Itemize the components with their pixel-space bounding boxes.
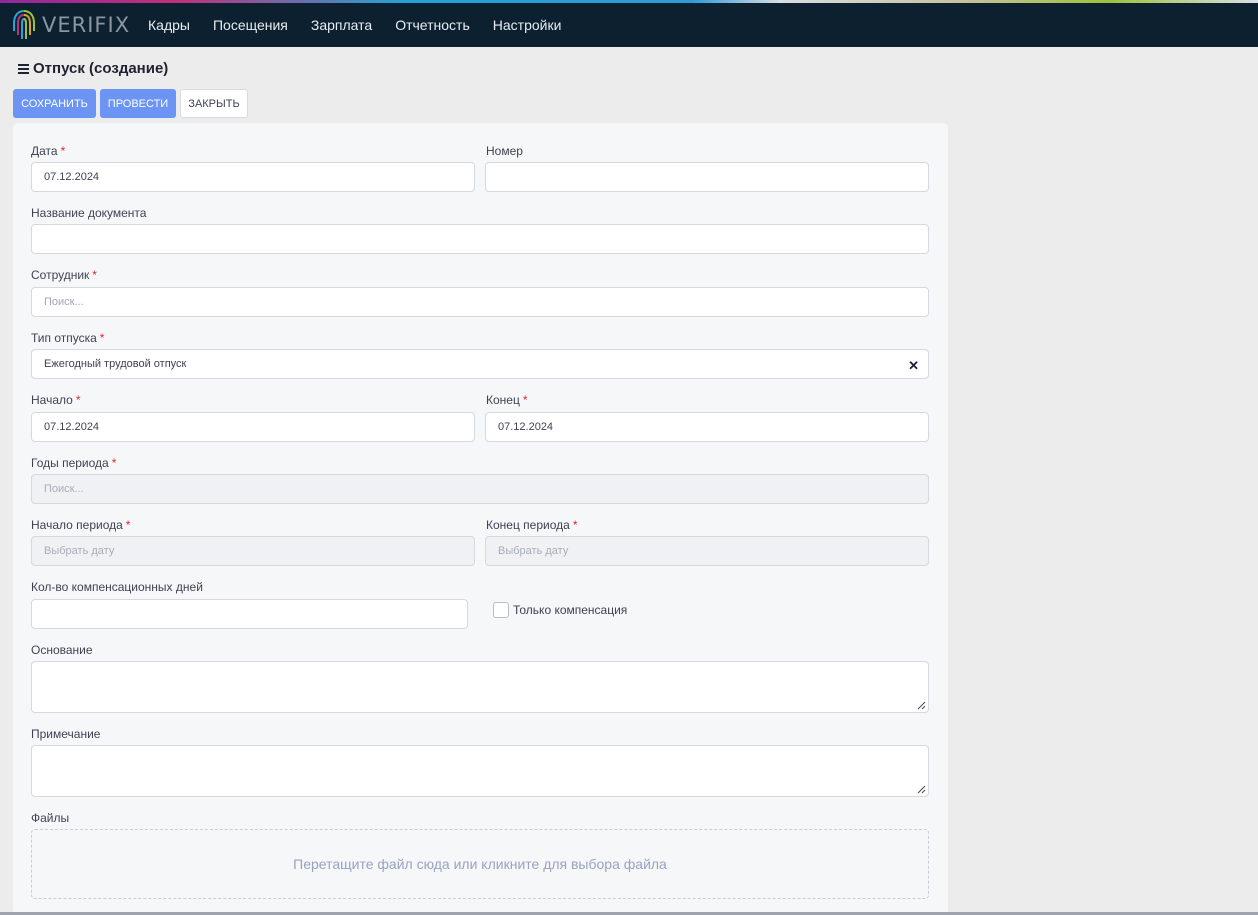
date-field[interactable]: 07.12.2024	[31, 162, 475, 192]
close-icon[interactable]: ✕	[908, 358, 919, 374]
nav-item-kadry[interactable]: Кадры	[148, 17, 190, 33]
basis-textarea[interactable]	[31, 661, 929, 713]
resize-handle-icon[interactable]	[917, 785, 926, 794]
vacation-type-label: Тип отпуска *	[31, 331, 105, 345]
period-years-label: Годы периода *	[31, 456, 117, 470]
nav-item-visits[interactable]: Посещения	[213, 17, 288, 33]
nav-item-settings[interactable]: Настройки	[493, 17, 562, 33]
post-button[interactable]: ПРОВЕСТИ	[100, 89, 176, 118]
page-title: Отпуск (создание)	[18, 60, 168, 77]
basis-label: Основание	[31, 643, 93, 657]
date-label: Дата *	[31, 144, 66, 158]
end-date-field[interactable]: 07.12.2024	[485, 412, 929, 442]
top-navbar: VERIFIX Кадры Посещения Зарплата Отчетно…	[0, 0, 1258, 47]
period-end-field[interactable]: Выбрать дату	[485, 536, 929, 566]
only-compensation-checkbox[interactable]	[493, 602, 509, 618]
brand-name: VERIFIX	[42, 13, 131, 37]
start-label: Начало *	[31, 393, 81, 407]
doc-name-label: Название документа	[31, 206, 147, 220]
nav-item-reports[interactable]: Отчетность	[395, 17, 470, 33]
color-stripe	[0, 0, 1258, 3]
end-label: Конец *	[486, 393, 528, 407]
period-years-input[interactable]: Поиск...	[31, 474, 929, 504]
vacation-type-value: Ежегодный трудовой отпуск	[44, 358, 187, 370]
number-label: Номер	[486, 144, 523, 158]
menu-icon[interactable]	[18, 64, 29, 74]
brand-logo[interactable]: VERIFIX	[12, 9, 130, 41]
comp-days-field[interactable]	[31, 599, 468, 629]
period-start-label: Начало периода *	[31, 518, 131, 532]
number-field[interactable]	[485, 162, 929, 192]
vacation-type-select[interactable]: Ежегодный трудовой отпуск ✕	[31, 349, 929, 379]
nav-item-salary[interactable]: Зарплата	[311, 17, 372, 33]
note-label: Примечание	[31, 727, 101, 741]
comp-days-label: Кол-во компенсационных дней	[31, 580, 203, 594]
resize-handle-icon[interactable]	[917, 701, 926, 710]
start-date-field[interactable]: 07.12.2024	[31, 412, 475, 442]
employee-label: Сотрудник *	[31, 268, 97, 282]
fingerprint-logo-icon	[13, 10, 35, 39]
note-textarea[interactable]	[31, 745, 929, 797]
only-compensation-label[interactable]: Только компенсация	[513, 603, 627, 617]
file-dropzone[interactable]: Перетащите файл сюда или кликните для вы…	[31, 829, 929, 899]
page-title-text: Отпуск (создание)	[33, 60, 169, 77]
save-button[interactable]: СОХРАНИТЬ	[13, 89, 96, 118]
doc-name-field[interactable]	[31, 224, 929, 254]
period-start-field[interactable]: Выбрать дату	[31, 536, 475, 566]
period-end-label: Конец периода *	[486, 518, 578, 532]
files-label: Файлы	[31, 811, 70, 825]
main-nav: Кадры Посещения Зарплата Отчетность Наст…	[148, 17, 584, 33]
employee-search-input[interactable]: Поиск...	[31, 287, 929, 317]
close-button[interactable]: ЗАКРЫТЬ	[180, 89, 248, 118]
